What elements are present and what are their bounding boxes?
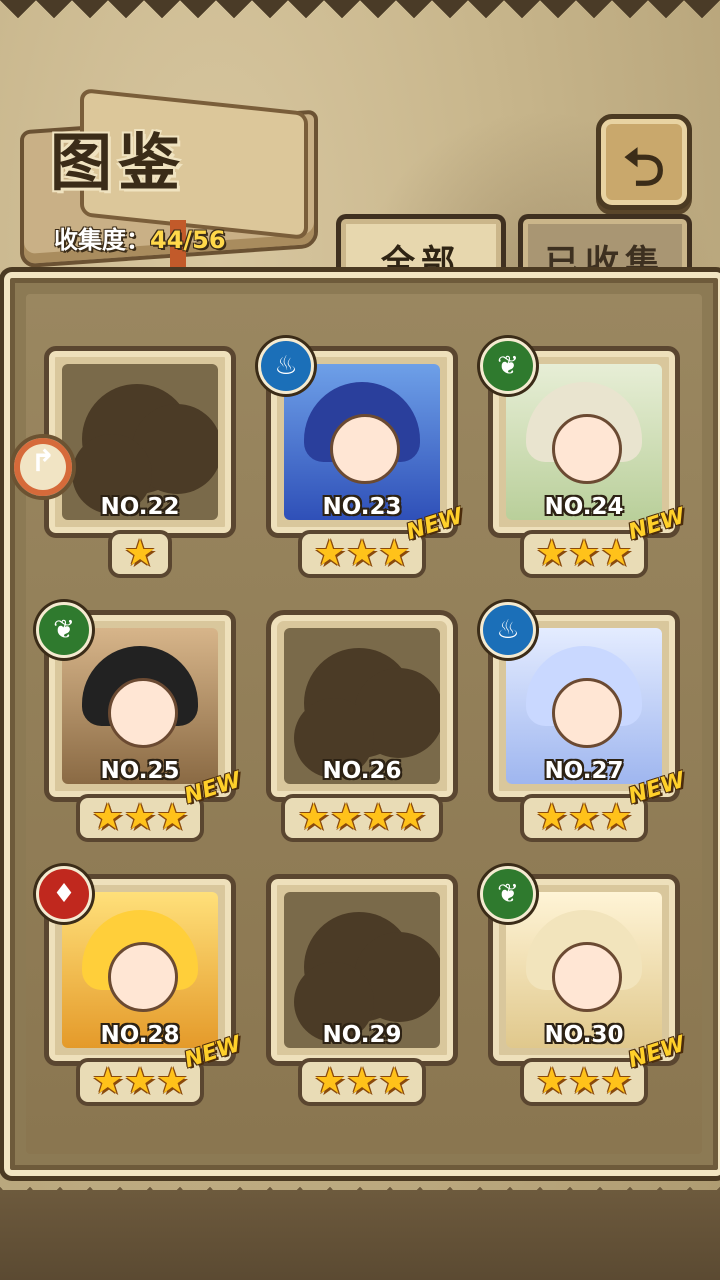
star-icon: ★ <box>345 533 379 574</box>
card-number: NO.22 <box>100 494 180 520</box>
star-plate: ★★★ <box>519 1058 649 1106</box>
star-rating: ★★★ <box>266 1058 458 1106</box>
water-element-icon: ♨ <box>258 338 314 394</box>
star-icon: ★ <box>567 797 601 838</box>
character-card[interactable]: NO.24 ★★★ NEW ❦ <box>480 338 688 578</box>
star-icon: ★ <box>378 1061 411 1102</box>
star-plate: ★★★ <box>519 794 649 842</box>
star-plate: ★ <box>107 530 173 578</box>
collection-progress: 收集度：44/56 <box>54 220 226 255</box>
collection-label: 收集度： <box>54 226 150 254</box>
leaf-element-icon: ❦ <box>480 866 536 922</box>
character-card[interactable]: NO.25 ★★★ NEW ❦ <box>36 602 244 842</box>
star-icon: ★ <box>535 1061 568 1102</box>
character-card[interactable]: NO.23 ★★★ NEW ♨ <box>258 338 466 578</box>
card-number: NO.29 <box>322 1022 402 1048</box>
back-button[interactable]: ⮌ <box>596 114 692 210</box>
star-icon: ★ <box>313 533 346 574</box>
star-icon: ★ <box>123 533 157 574</box>
star-icon: ★ <box>600 1061 633 1102</box>
star-icon: ★ <box>567 1061 601 1102</box>
star-plate: ★★★ <box>297 530 427 578</box>
character-card[interactable]: NO.28 ★★★ NEW ♦ <box>36 866 244 1106</box>
star-icon: ★ <box>378 533 411 574</box>
back-arrow-icon: ⮌ <box>623 138 665 198</box>
character-card[interactable]: NO.27 ★★★ NEW ♨ <box>480 602 688 842</box>
turn-arrow-icon: ↱ <box>30 444 56 479</box>
character-card[interactable]: NO.26 ★★★★ <box>266 610 458 842</box>
star-icon: ★ <box>156 1061 189 1102</box>
star-icon: ★ <box>345 1061 379 1102</box>
star-icon: ★ <box>329 797 362 838</box>
star-plate: ★★★ <box>75 1058 205 1106</box>
character-card[interactable]: NO.30 ★★★ NEW ❦ <box>480 866 688 1106</box>
fire-element-icon: ♦ <box>36 866 92 922</box>
star-icon: ★ <box>394 797 427 838</box>
page-toggle-button[interactable]: ↱ <box>10 434 76 500</box>
star-icon: ★ <box>567 533 601 574</box>
collection-value: 44/56 <box>150 226 226 254</box>
card-number: NO.26 <box>322 758 402 784</box>
star-plate: ★★★ <box>297 1058 427 1106</box>
leaf-element-icon: ❦ <box>480 338 536 394</box>
star-plate: ★★★★ <box>281 794 443 842</box>
character-face <box>552 678 622 748</box>
page-title: 图鉴 <box>50 126 187 199</box>
character-face <box>330 414 400 484</box>
water-element-icon: ♨ <box>480 602 536 658</box>
star-icon: ★ <box>535 797 568 838</box>
leaf-element-icon: ❦ <box>36 602 92 658</box>
star-rating: ★★★★ <box>266 794 458 842</box>
star-icon: ★ <box>600 533 633 574</box>
star-icon: ★ <box>156 797 189 838</box>
star-icon: ★ <box>91 1061 124 1102</box>
star-plate: ★★★ <box>519 530 649 578</box>
character-card[interactable]: NO.22 ★ <box>44 346 236 578</box>
star-icon: ★ <box>600 797 633 838</box>
bottom-border <box>0 1190 720 1280</box>
character-face <box>552 942 622 1012</box>
character-face <box>552 414 622 484</box>
star-icon: ★ <box>297 797 330 838</box>
star-rating: ★ <box>44 530 236 578</box>
star-icon: ★ <box>123 1061 157 1102</box>
star-icon: ★ <box>313 1061 346 1102</box>
top-border <box>0 0 720 36</box>
star-icon: ★ <box>362 797 395 838</box>
star-icon: ★ <box>123 797 157 838</box>
character-face <box>108 942 178 1012</box>
star-plate: ★★★ <box>75 794 205 842</box>
character-face <box>108 678 178 748</box>
star-icon: ★ <box>91 797 124 838</box>
star-icon: ★ <box>535 533 568 574</box>
character-card[interactable]: NO.29 ★★★ <box>266 874 458 1106</box>
